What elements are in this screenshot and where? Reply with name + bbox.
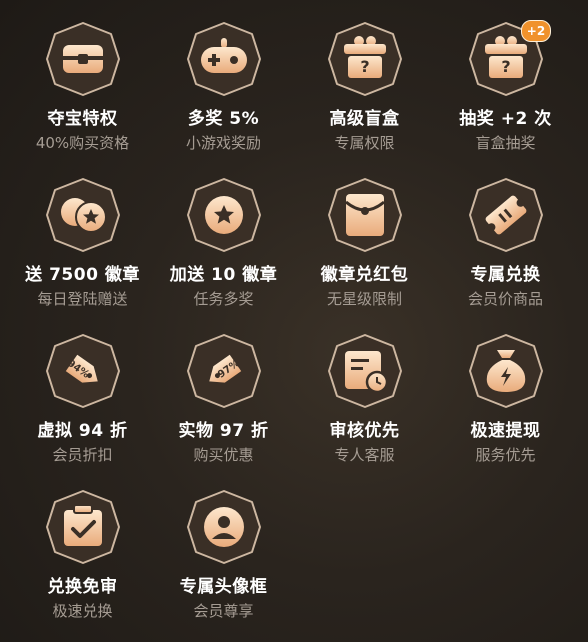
privilege-title: 高级盲盒 — [329, 109, 400, 129]
privilege-subtitle: 极速兑换 — [52, 602, 113, 620]
privilege-item[interactable]: 多奖 5% 小游戏奖励 — [153, 2, 294, 152]
privilege-item[interactable]: 兑换免审 极速兑换 — [12, 470, 153, 620]
privilege-subtitle: 小游戏奖励 — [185, 134, 261, 152]
privilege-item[interactable]: 94% 虚拟 94 折 会员折扣 — [12, 314, 153, 464]
money-bag-icon — [467, 332, 545, 410]
privilege-subtitle: 无星级限制 — [326, 290, 402, 308]
privilege-subtitle: 购买优惠 — [193, 446, 254, 464]
plus-count-badge: +2 — [521, 20, 551, 42]
privilege-title: 实物 97 折 — [178, 421, 269, 441]
privilege-subtitle: 会员折扣 — [52, 446, 113, 464]
svg-text:?: ? — [360, 57, 369, 76]
coin-star-icon — [185, 176, 263, 254]
privilege-title: 虚拟 94 折 — [37, 421, 128, 441]
privilege-item[interactable]: ? 抽奖 +2 次 盲盒抽奖 — [435, 2, 576, 152]
privilege-title: 专属兑换 — [470, 265, 541, 285]
price-tag-94-icon: 94% — [44, 332, 122, 410]
price-tag-97-icon: 97% — [185, 332, 263, 410]
privilege-title: 抽奖 +2 次 — [459, 109, 552, 129]
privilege-title: 徽章兑红包 — [320, 265, 409, 285]
privilege-item[interactable]: 夺宝特权 40%购买资格 — [12, 2, 153, 152]
privilege-subtitle: 服务优先 — [475, 446, 536, 464]
privilege-title: 送 7500 徽章 — [25, 265, 140, 285]
treasure-chest-icon — [44, 20, 122, 98]
privilege-title: 审核优先 — [329, 421, 400, 441]
privilege-subtitle: 每日登陆赠送 — [37, 290, 128, 308]
privilege-subtitle: 会员尊享 — [193, 602, 254, 620]
privilege-item[interactable]: 专属兑换 会员价商品 — [435, 158, 576, 308]
document-clock-icon — [326, 332, 404, 410]
privilege-title: 加送 10 徽章 — [169, 265, 278, 285]
mystery-box-icon: ? — [326, 20, 404, 98]
privilege-title: 专属头像框 — [179, 577, 268, 597]
privilege-subtitle: 专人客服 — [334, 446, 395, 464]
privilege-item[interactable]: 97% 实物 97 折 购买优惠 — [153, 314, 294, 464]
ticket-icon — [467, 176, 545, 254]
privilege-item[interactable]: 审核优先 专人客服 — [294, 314, 435, 464]
privilege-subtitle: 盲盒抽奖 — [475, 134, 536, 152]
privilege-subtitle: 会员价商品 — [467, 290, 543, 308]
privilege-item[interactable]: ? 高级盲盒 专属权限 — [294, 2, 435, 152]
coins-star-icon — [44, 176, 122, 254]
privileges-grid: 夺宝特权 40%购买资格 多奖 5% 小游戏奖励 ? 高级盲盒 专属权限 ? 抽… — [0, 0, 588, 642]
privilege-title: 夺宝特权 — [47, 109, 118, 129]
privilege-item[interactable]: 加送 10 徽章 任务多奖 — [153, 158, 294, 308]
privilege-item[interactable]: 极速提现 服务优先 — [435, 314, 576, 464]
privilege-subtitle: 专属权限 — [334, 134, 395, 152]
gamepad-icon — [185, 20, 263, 98]
red-envelope-icon — [326, 176, 404, 254]
privilege-title: 多奖 5% — [187, 109, 260, 129]
privilege-subtitle: 40%购买资格 — [35, 134, 130, 152]
privilege-item[interactable]: 送 7500 徽章 每日登陆赠送 — [12, 158, 153, 308]
svg-text:?: ? — [501, 57, 510, 76]
privilege-subtitle: 任务多奖 — [193, 290, 254, 308]
privilege-item[interactable]: 专属头像框 会员尊享 — [153, 470, 294, 620]
clipboard-check-icon — [44, 488, 122, 566]
privilege-item[interactable]: 徽章兑红包 无星级限制 — [294, 158, 435, 308]
privilege-title: 极速提现 — [470, 421, 541, 441]
avatar-frame-icon — [185, 488, 263, 566]
privilege-title: 兑换免审 — [47, 577, 118, 597]
